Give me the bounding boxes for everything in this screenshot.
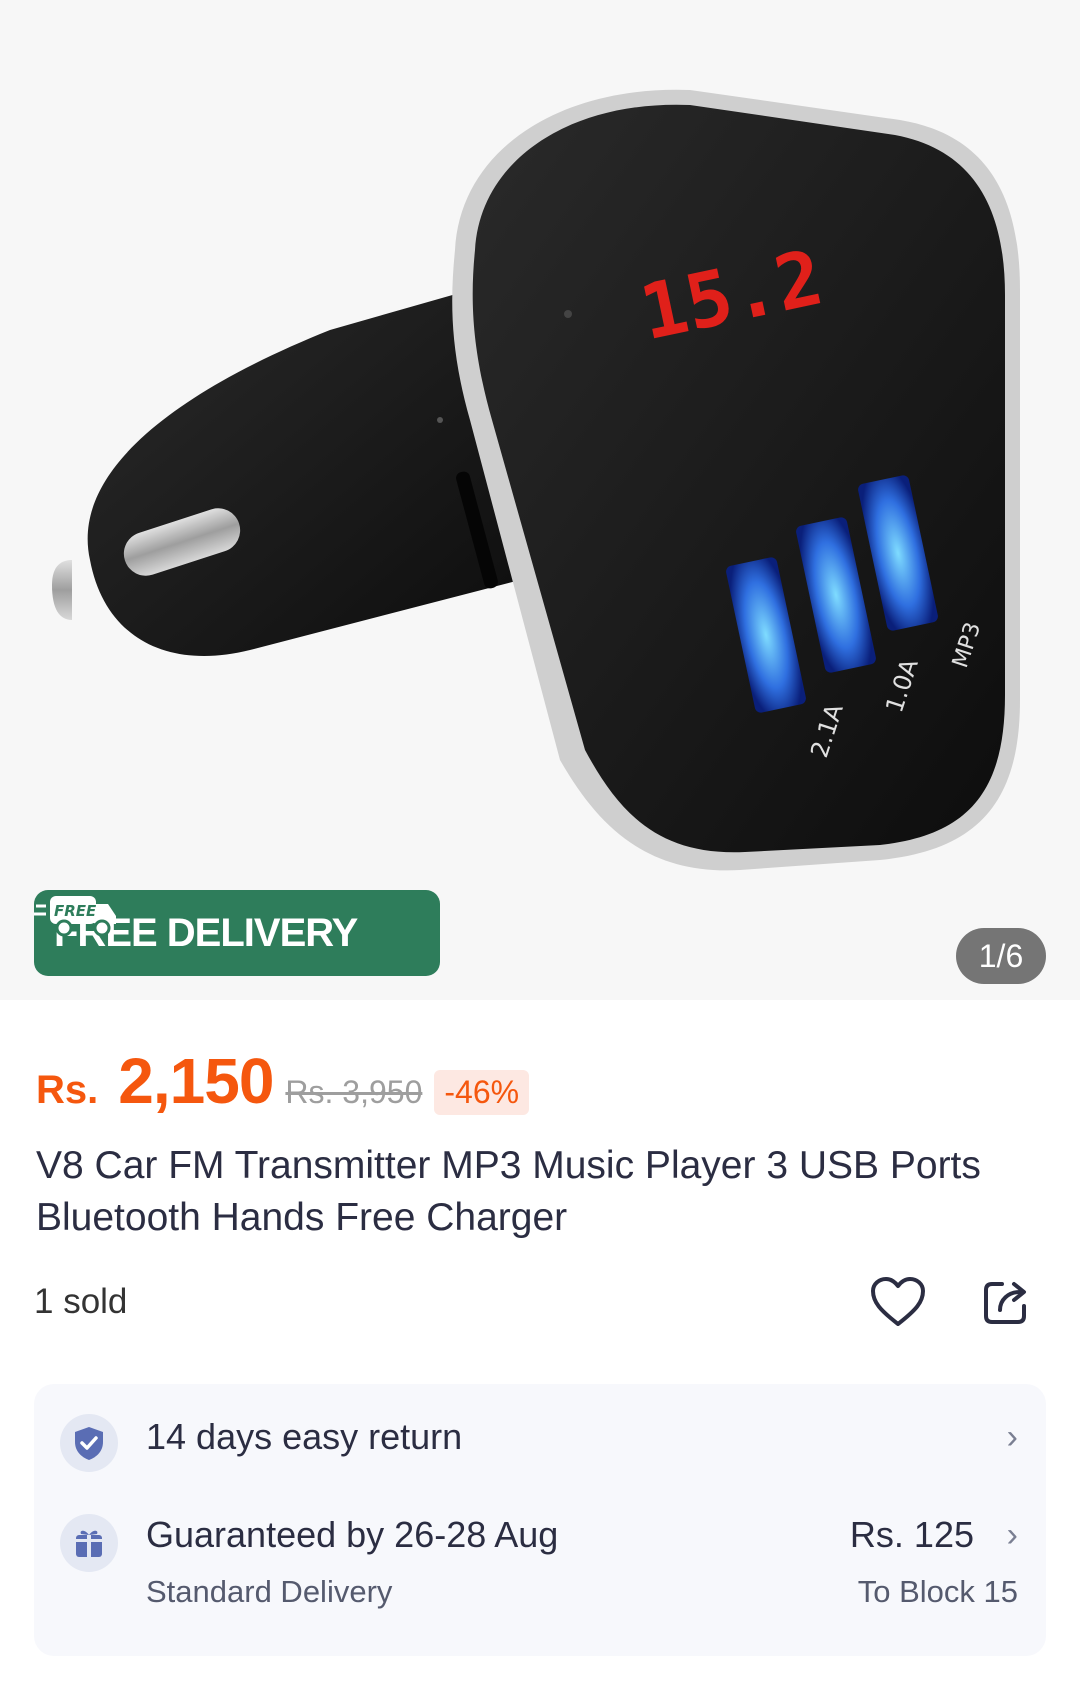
return-policy-label: 14 days easy return [146,1416,463,1457]
badge-logo-text: FREE [54,902,97,920]
chevron-right-icon: › [1006,1418,1018,1456]
chevron-right-icon: › [1006,1516,1018,1554]
wishlist-button[interactable] [866,1270,930,1334]
gift-box-icon [76,1530,102,1557]
shield-check-icon [75,1427,103,1460]
delivery-guarantee-label: Guaranteed by 26-28 Aug [146,1514,559,1555]
product-title: V8 Car FM Transmitter MP3 Music Player 3… [36,1144,981,1239]
return-policy-row[interactable]: 14 days easy return › [34,1410,1046,1490]
delivery-type: Standard Delivery [146,1574,393,1609]
image-counter: 1/6 [956,928,1046,984]
product-photo: 15.2 2.1A 1.0A MP3 [52,89,1020,871]
delivery-destination: To Block 15 [857,1574,1018,1609]
free-delivery-badge: FREE FREE DELIVERY [34,890,440,976]
delivery-icon-holder [60,1514,118,1572]
truck-icon: FREE [34,896,116,937]
delivery-fee: Rs. 125 [849,1514,974,1555]
current-price: 2,150 [118,1045,274,1117]
price-row: Rs. 2,150 Rs. 3,950 -46% [36,1044,530,1118]
sold-count: 1 sold [34,1282,128,1321]
heart-icon [871,1277,925,1326]
delivery-row[interactable]: Guaranteed by 26-28 Aug Standard Deliver… [34,1514,1046,1644]
share-icon [984,1282,1026,1324]
product-image-gallery[interactable]: 15.2 2.1A 1.0A MP3 FREE FREE DELIVERY 1/… [0,0,1080,1000]
share-button[interactable] [974,1270,1038,1334]
services-card: 14 days easy return › Guaranteed by 26-2… [34,1384,1046,1656]
original-price: Rs. 3,950 [285,1074,423,1110]
currency: Rs. [36,1068,99,1112]
return-icon-holder [60,1414,118,1472]
discount-badge: -46% [434,1070,530,1115]
